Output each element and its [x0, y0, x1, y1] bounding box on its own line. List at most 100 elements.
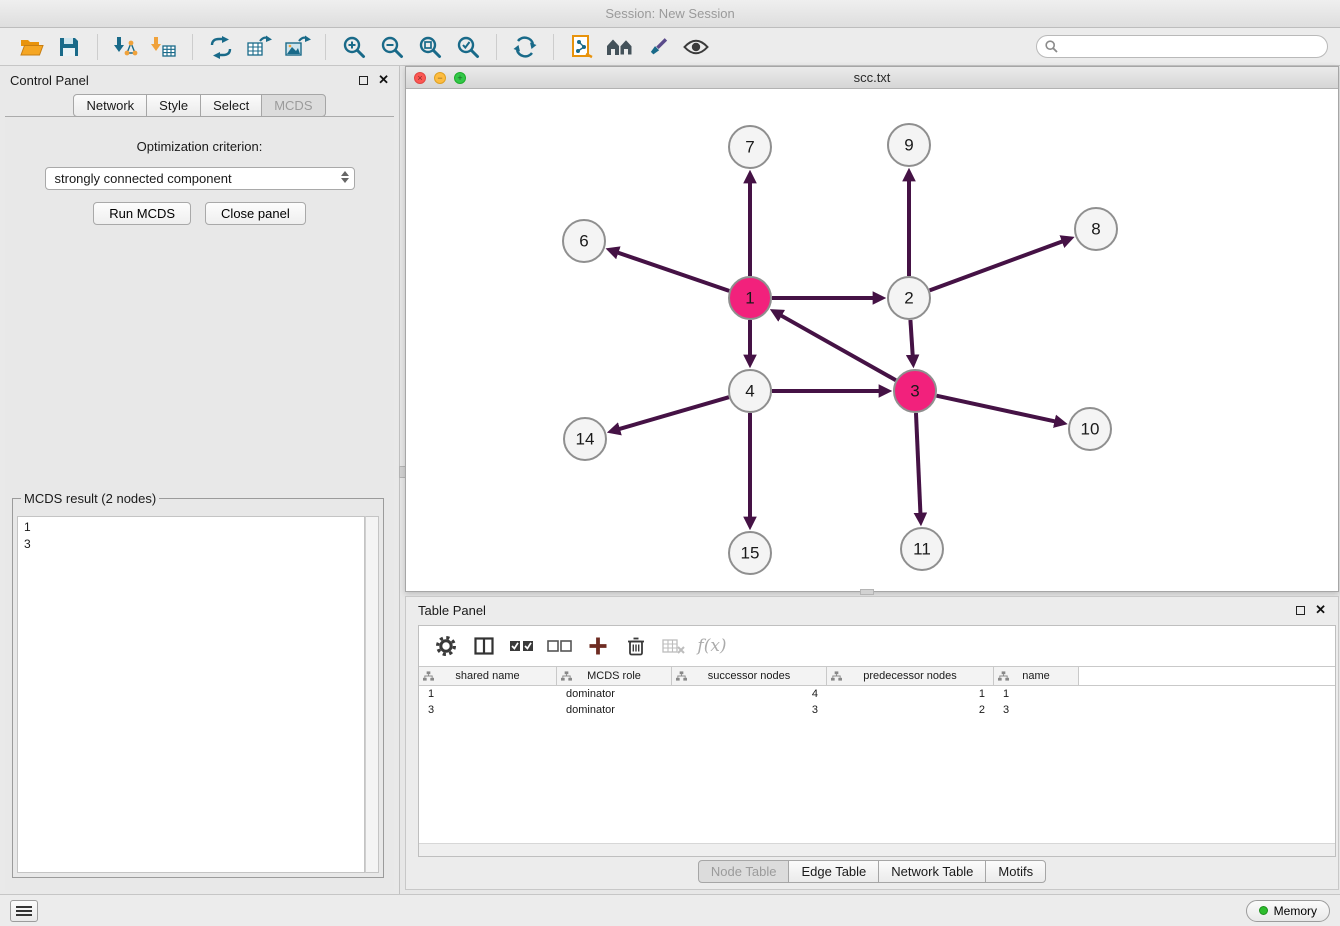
- mcds-result-list[interactable]: 1 3: [17, 516, 365, 873]
- graph-edge-3-10[interactable]: [936, 396, 1055, 422]
- table-cell[interactable]: dominator: [557, 688, 672, 700]
- select-all-columns-button[interactable]: [505, 630, 539, 662]
- tab-style[interactable]: Style: [146, 94, 201, 117]
- table-cell[interactable]: 2: [827, 704, 994, 716]
- column-header-shared-name[interactable]: shared name: [419, 667, 557, 685]
- float-panel-icon[interactable]: [1296, 606, 1305, 615]
- show-hide-graphics-button[interactable]: [679, 31, 713, 63]
- graph-edge-4-14[interactable]: [619, 397, 729, 429]
- open-session-button[interactable]: [14, 31, 48, 63]
- table-cell[interactable]: 1: [827, 688, 994, 700]
- table-cell[interactable]: 4: [672, 688, 827, 700]
- graph-node-label: 3: [910, 382, 919, 401]
- apply-style-button[interactable]: [641, 31, 675, 63]
- minimize-window-icon[interactable]: −: [434, 72, 446, 84]
- close-panel-button[interactable]: Close panel: [205, 202, 306, 225]
- graph-node-label: 11: [913, 540, 931, 559]
- attribute-type-icon: [676, 671, 687, 684]
- main-toolbar: [0, 28, 1340, 66]
- import-network-button[interactable]: [109, 31, 143, 63]
- import-table-button[interactable]: [147, 31, 181, 63]
- graph-node-label: 10: [1081, 420, 1100, 439]
- export-image-button[interactable]: [280, 31, 314, 63]
- list-icon: [16, 905, 32, 917]
- eye-icon: [683, 38, 709, 56]
- run-mcds-button[interactable]: Run MCDS: [93, 202, 191, 225]
- tab-motifs[interactable]: Motifs: [985, 860, 1046, 883]
- column-header-successor-nodes[interactable]: successor nodes: [672, 667, 827, 685]
- network-from-selection-button[interactable]: [565, 31, 599, 63]
- table-cell[interactable]: dominator: [557, 704, 672, 716]
- zoom-out-button[interactable]: [375, 31, 409, 63]
- cycle-arrows-icon: [209, 35, 233, 59]
- export-table-button[interactable]: [242, 31, 276, 63]
- column-header-mcds-role[interactable]: MCDS role: [557, 667, 672, 685]
- graph-edge-1-6[interactable]: [617, 252, 729, 290]
- network-window-titlebar[interactable]: × − + scc.txt: [406, 67, 1338, 89]
- criterion-dropdown[interactable]: strongly connected component: [45, 167, 355, 190]
- graph-edge-3-1[interactable]: [780, 315, 895, 380]
- table-header-row: shared name MCDS role successor nodes pr…: [419, 666, 1335, 686]
- mcds-pane: Optimization criterion: strongly connect…: [5, 116, 394, 890]
- tab-network[interactable]: Network: [73, 94, 147, 117]
- tab-node-table[interactable]: Node Table: [698, 860, 790, 883]
- horizontal-splitter-handle[interactable]: [860, 589, 874, 595]
- fx-icon: f(x): [697, 636, 726, 656]
- function-builder-button[interactable]: f(x): [695, 630, 729, 662]
- control-panel-header: Control Panel ✕: [0, 66, 399, 94]
- save-session-button[interactable]: [52, 31, 86, 63]
- save-floppy-icon: [58, 36, 80, 58]
- tab-mcds[interactable]: MCDS: [261, 94, 325, 117]
- window-title-bar: Session: New Session: [0, 0, 1340, 28]
- columns-icon: [474, 636, 494, 656]
- memory-button[interactable]: Memory: [1246, 900, 1330, 922]
- toolbar-separator: [192, 34, 193, 60]
- close-window-icon[interactable]: ×: [414, 72, 426, 84]
- table-cell[interactable]: 3: [419, 704, 557, 716]
- table-row[interactable]: 1dominator411: [419, 686, 1335, 702]
- new-network-button[interactable]: [204, 31, 238, 63]
- column-header-name[interactable]: name: [994, 667, 1079, 685]
- column-header-predecessor-nodes[interactable]: predecessor nodes: [827, 667, 994, 685]
- maximize-window-icon[interactable]: +: [454, 72, 466, 84]
- first-neighbors-button[interactable]: [603, 31, 637, 63]
- status-bar: Memory: [0, 894, 1340, 926]
- table-cell[interactable]: 1: [994, 688, 1079, 700]
- table-cell[interactable]: 1: [419, 688, 557, 700]
- search-box[interactable]: [1036, 35, 1328, 58]
- refresh-layout-button[interactable]: [508, 31, 542, 63]
- show-column-button[interactable]: [467, 630, 501, 662]
- table-row[interactable]: 3dominator323: [419, 702, 1335, 718]
- zoom-selected-button[interactable]: [451, 31, 485, 63]
- graph-edge-2-3[interactable]: [910, 320, 912, 356]
- table-panel-tabs: Node Table Edge Table Network Table Moti…: [406, 860, 1338, 883]
- node-table-area: f(x) shared name MCDS role successor: [418, 625, 1336, 857]
- tab-select[interactable]: Select: [200, 94, 262, 117]
- import-network-icon: [113, 35, 139, 59]
- toolbar-separator: [325, 34, 326, 60]
- close-panel-icon[interactable]: ✕: [1315, 602, 1326, 618]
- search-input[interactable]: [1058, 40, 1327, 54]
- create-column-button[interactable]: [581, 630, 615, 662]
- delete-table-button[interactable]: [657, 630, 691, 662]
- horizontal-scrollbar[interactable]: [419, 843, 1335, 856]
- panel-menu-button[interactable]: [10, 900, 38, 922]
- table-cell[interactable]: 3: [994, 704, 1079, 716]
- unchecked-boxes-icon: [547, 637, 573, 655]
- graph-edge-2-8[interactable]: [930, 241, 1064, 290]
- table-settings-button[interactable]: [429, 630, 463, 662]
- vertical-scrollbar[interactable]: [365, 516, 379, 873]
- close-panel-icon[interactable]: ✕: [378, 72, 389, 88]
- tab-edge-table[interactable]: Edge Table: [788, 860, 879, 883]
- delete-column-button[interactable]: [619, 630, 653, 662]
- control-panel: Control Panel ✕ Network Style Select MCD…: [0, 66, 400, 894]
- network-canvas[interactable]: 7968124310141511: [406, 89, 1338, 591]
- float-panel-icon[interactable]: [359, 76, 368, 85]
- tab-network-table[interactable]: Network Table: [878, 860, 986, 883]
- zoom-fit-button[interactable]: [413, 31, 447, 63]
- graph-edge-3-11[interactable]: [916, 413, 920, 514]
- deselect-all-columns-button[interactable]: [543, 630, 577, 662]
- table-cell[interactable]: 3: [672, 704, 827, 716]
- attribute-type-icon: [561, 671, 572, 684]
- zoom-in-button[interactable]: [337, 31, 371, 63]
